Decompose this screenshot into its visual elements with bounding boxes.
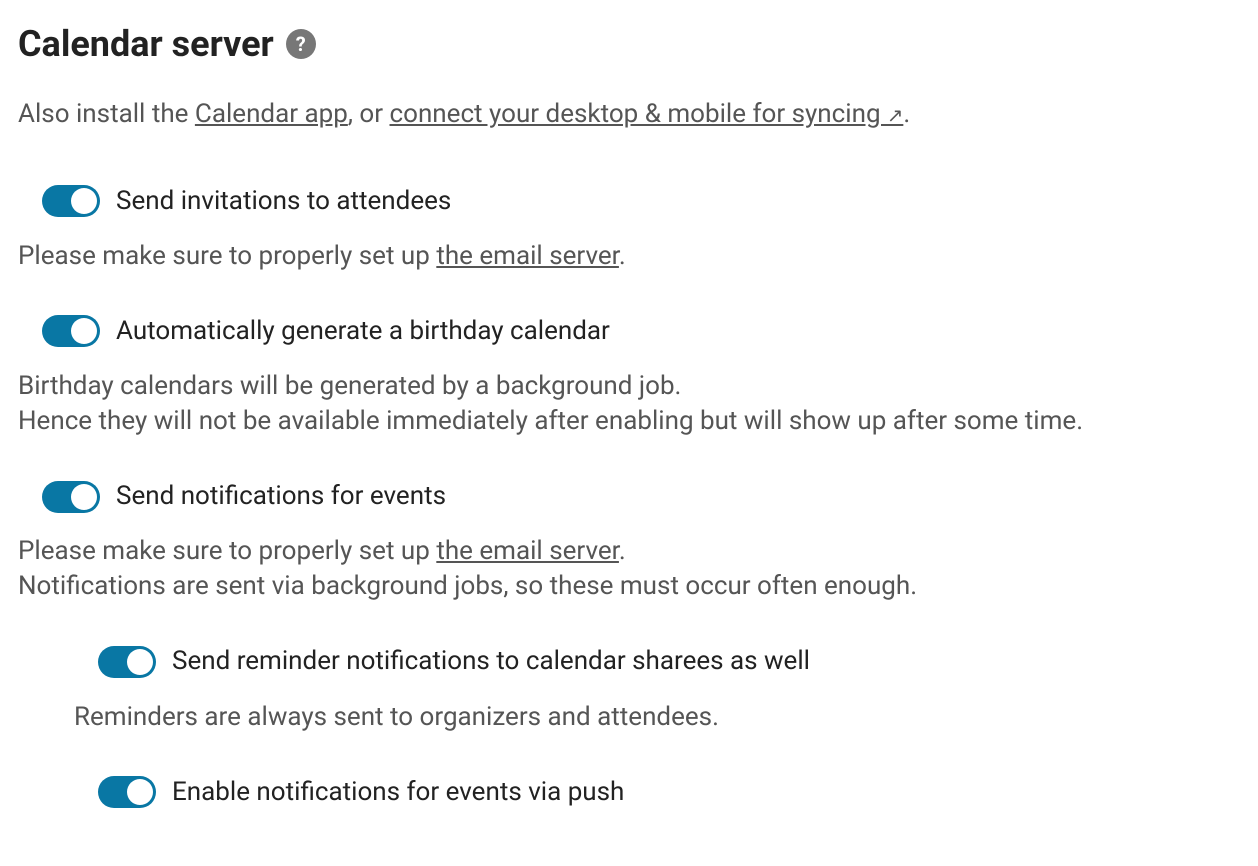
toggle-knob (127, 779, 153, 805)
toggle-push-notifications-label: Enable notifications for events via push (172, 775, 624, 810)
email-server-link-1[interactable]: the email server (436, 241, 619, 271)
section-title-text: Calendar server (18, 20, 274, 69)
toggle-birthday-calendar-row: Automatically generate a birthday calend… (42, 314, 1240, 349)
toggle-birthday-calendar[interactable] (42, 315, 100, 347)
invitations-desc-prefix: Please make sure to properly set up (18, 241, 436, 271)
toggle-knob (71, 484, 97, 510)
calendar-app-link[interactable]: Calendar app (195, 99, 348, 129)
toggle-push-notifications[interactable] (98, 776, 156, 808)
notifications-desc-line2: Notifications are sent via background jo… (18, 569, 1240, 604)
notifications-desc-line1: Please make sure to properly set up the … (18, 534, 1240, 569)
birthday-desc-line1: Birthday calendars will be generated by … (18, 369, 1240, 404)
notifications-description: Please make sure to properly set up the … (18, 534, 1240, 604)
toggle-sharee-reminders[interactable] (98, 646, 156, 678)
toggle-push-notifications-row: Enable notifications for events via push (98, 775, 1240, 810)
invitations-description: Please make sure to properly set up the … (18, 239, 1240, 274)
notifications-desc-suffix: . (619, 536, 626, 566)
settings-list: Send invitations to attendees Please mak… (18, 184, 1240, 810)
intro-text: Also install the Calendar app, or connec… (18, 97, 1240, 132)
email-server-link-2[interactable]: the email server (436, 536, 619, 566)
intro-prefix: Also install the (18, 99, 195, 129)
invitations-desc-suffix: . (619, 241, 626, 271)
intro-mid: , or (348, 99, 390, 129)
notifications-desc-prefix: Please make sure to properly set up (18, 536, 436, 566)
toggle-send-invitations-row: Send invitations to attendees (42, 184, 1240, 219)
help-icon[interactable]: ? (286, 29, 316, 59)
toggle-event-notifications[interactable] (42, 481, 100, 513)
external-link-icon: ↗ (887, 104, 903, 127)
toggle-event-notifications-label: Send notifications for events (116, 479, 446, 514)
toggle-send-invitations-label: Send invitations to attendees (116, 184, 451, 219)
birthday-description: Birthday calendars will be generated by … (18, 369, 1240, 439)
toggle-knob (71, 188, 97, 214)
section-title: Calendar server ? (18, 20, 1240, 69)
toggle-event-notifications-row: Send notifications for events (42, 479, 1240, 514)
toggle-sharee-reminders-label: Send reminder notifications to calendar … (172, 644, 810, 679)
toggle-knob (71, 318, 97, 344)
sync-clients-link[interactable]: connect your desktop & mobile for syncin… (390, 99, 904, 129)
sync-clients-link-text: connect your desktop & mobile for syncin… (390, 99, 888, 129)
toggle-sharee-reminders-row: Send reminder notifications to calendar … (98, 644, 1240, 679)
toggle-knob (127, 649, 153, 675)
intro-suffix: . (903, 99, 910, 129)
sharees-description: Reminders are always sent to organizers … (74, 700, 1240, 735)
birthday-desc-line2: Hence they will not be available immedia… (18, 404, 1240, 439)
toggle-birthday-calendar-label: Automatically generate a birthday calend… (116, 314, 610, 349)
toggle-send-invitations[interactable] (42, 185, 100, 217)
